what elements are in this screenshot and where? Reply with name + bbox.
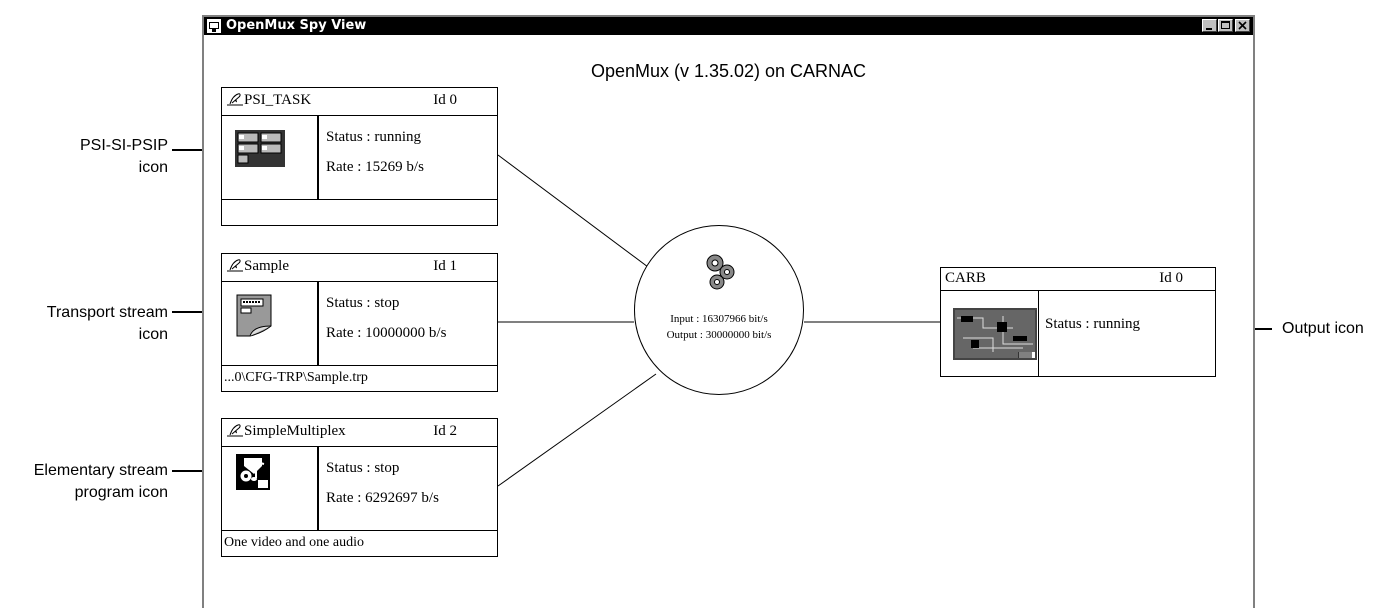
task-footer: ...0\CFG-TRP\Sample.trp [222, 365, 497, 391]
task-status: Status : running [326, 129, 422, 145]
task-name: Sample [244, 258, 289, 274]
task-body: Status : stop Rate : 6292697 b/s [222, 446, 497, 530]
task-footer [222, 199, 497, 225]
task-header: Sample Id 1 [222, 254, 497, 282]
transport-stream-icon[interactable] [236, 294, 272, 338]
output-board-icon[interactable] [953, 308, 1037, 360]
gears-icon [706, 254, 735, 290]
output-body: Status : running [941, 290, 1215, 376]
task-id: Id 0 [433, 92, 457, 108]
task-body: Status : running Rate : 15269 b/s [222, 115, 497, 199]
task-status: Status : stop [326, 295, 400, 311]
psi-si-psip-icon[interactable] [235, 130, 285, 167]
output-header: CARB Id 0 [941, 268, 1215, 291]
task-id: Id 2 [433, 423, 457, 439]
task-rate: Rate : 6292697 b/s [326, 490, 439, 506]
task-box-simplemultiplex[interactable]: SimpleMultiplex Id 2 Status : stop Rate … [221, 418, 498, 557]
output-name: CARB [945, 270, 986, 286]
output-status: Status : running [1045, 316, 1141, 332]
task-status: Status : stop [326, 460, 400, 476]
output-id: Id 0 [1159, 270, 1183, 286]
task-id: Id 1 [433, 258, 457, 274]
task-footer: One video and one audio [222, 530, 497, 556]
pen-icon [227, 424, 243, 437]
task-box-psi[interactable]: PSI_TASK Id 0 Status : running Rate : 15… [221, 87, 498, 226]
task-rate: Rate : 15269 b/s [326, 159, 424, 175]
task-header: PSI_TASK Id 0 [222, 88, 497, 116]
output-box-carb[interactable]: CARB Id 0 Status : running [940, 267, 1216, 377]
pen-icon [227, 93, 243, 106]
mux-hub[interactable]: Input : 16307966 bit/s Output : 30000000… [634, 225, 804, 395]
task-name: SimpleMultiplex [244, 423, 346, 439]
task-body: Status : stop Rate : 10000000 b/s [222, 281, 497, 365]
task-rate: Rate : 10000000 b/s [326, 325, 447, 341]
link-mux-hub [497, 373, 657, 487]
task-name: PSI_TASK [244, 92, 312, 108]
task-header: SimpleMultiplex Id 2 [222, 419, 497, 447]
link-psi-hub [497, 154, 653, 271]
hub-input-rate: Input : 16307966 bit/s [670, 313, 768, 325]
elementary-stream-icon[interactable] [236, 454, 270, 490]
pen-icon [227, 259, 243, 272]
task-box-sample[interactable]: Sample Id 1 Status : stop Rate : 1000000… [221, 253, 498, 392]
hub-output-rate: Output : 30000000 bit/s [666, 329, 772, 341]
